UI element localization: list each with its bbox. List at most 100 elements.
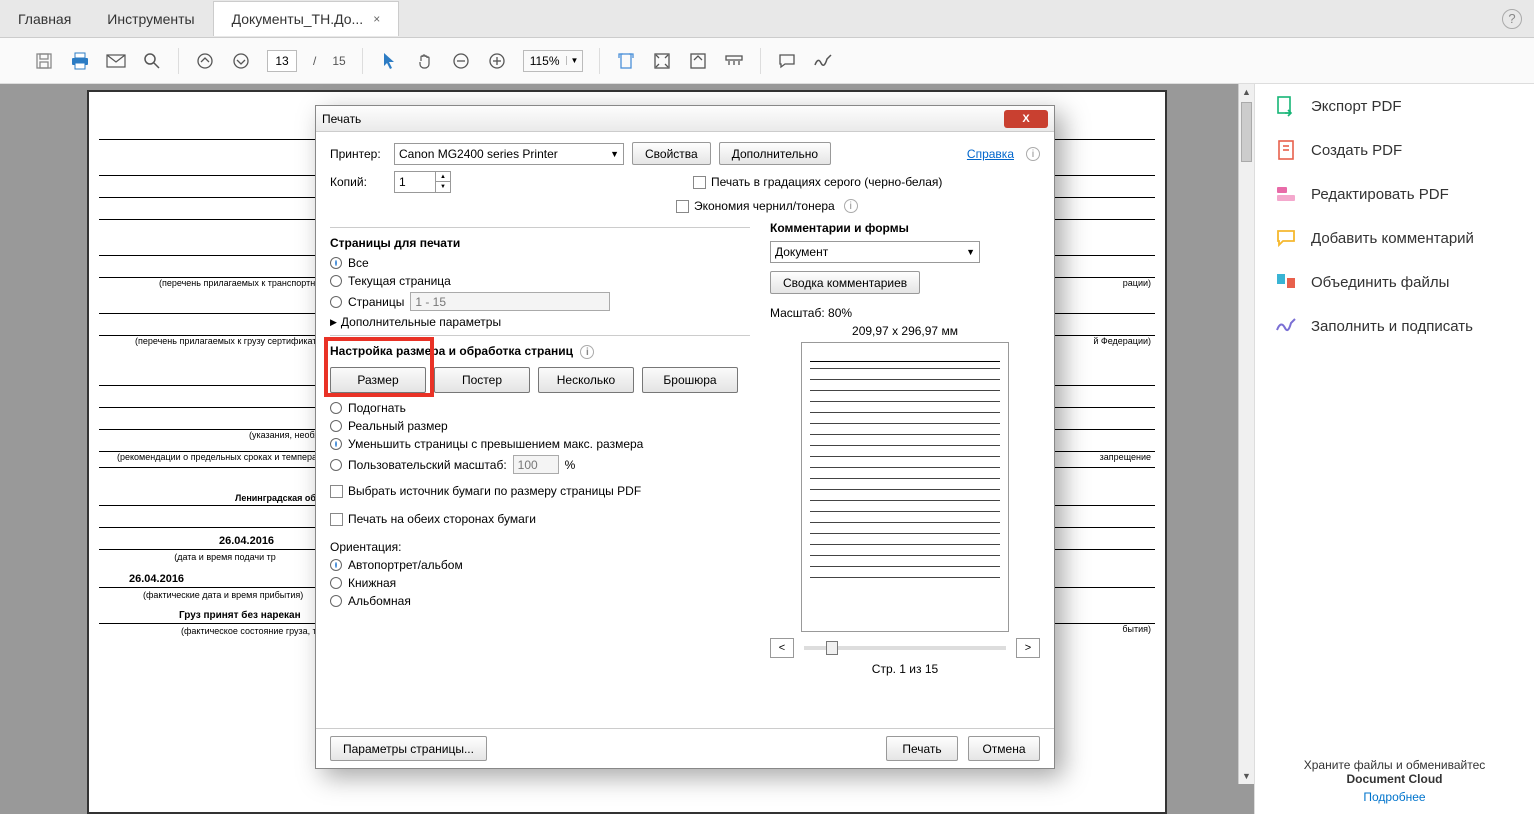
mail-icon[interactable] [106,51,126,71]
print-preview [801,342,1009,632]
help-link[interactable]: Справка [967,147,1014,161]
radio-actual[interactable]: Реальный размер [330,419,750,433]
properties-button[interactable]: Свойства [632,142,711,165]
footer-more-link[interactable]: Подробнее [1265,790,1524,804]
custom-scale-input[interactable] [513,455,559,474]
radio-custom-scale[interactable]: Пользовательский масштаб: % [330,455,750,474]
pages-input[interactable] [410,292,610,311]
tab-document[interactable]: Документы_ТН.До... × [213,1,400,36]
help-icon[interactable]: ? [1502,9,1522,29]
preview-next-button[interactable]: > [1016,638,1040,658]
seg-poster-button[interactable]: Постер [434,367,530,393]
radio-orient-auto[interactable]: Автопортрет/альбом [330,558,750,572]
radio-all[interactable]: Все [330,256,750,270]
grayscale-checkbox[interactable]: Печать в градациях серого (черно-белая) [693,175,942,189]
seg-booklet-button[interactable]: Брошюра [642,367,738,393]
page-up-icon[interactable] [195,51,215,71]
dialog-footer: Параметры страницы... Печать Отмена [316,728,1054,768]
tab-tools[interactable]: Инструменты [89,2,212,36]
help-icon[interactable]: i [1026,147,1040,161]
dialog-titlebar[interactable]: Печать X [316,106,1054,132]
print-icon[interactable] [70,51,90,71]
scroll-down-icon[interactable]: ▼ [1239,768,1254,784]
tool-create-pdf[interactable]: Создать PDF [1255,128,1534,172]
tab-main[interactable]: Главная [0,2,89,36]
scroll-thumb[interactable] [1241,102,1252,162]
footer-line2: Document Cloud [1265,772,1524,786]
print-button[interactable]: Печать [886,736,958,761]
tool-label: Объединить файлы [1311,274,1449,291]
tool-export-pdf[interactable]: Экспорт PDF [1255,84,1534,128]
duplex-checkbox[interactable]: Печать на обеих сторонах бумаги [330,512,750,526]
zoom-out-icon[interactable] [451,51,471,71]
seg-size-button[interactable]: Размер [330,367,426,393]
print-dialog: Печать X Принтер: Canon MG2400 series Pr… [315,105,1055,769]
top-tabs: Главная Инструменты Документы_ТН.До... ×… [0,0,1534,38]
scroll-up-icon[interactable]: ▲ [1239,84,1254,100]
page-input[interactable] [267,50,297,72]
copies-spinner[interactable]: ▲▼ [394,171,451,193]
printer-select[interactable]: Canon MG2400 series Printer▼ [394,143,624,165]
info-icon[interactable]: i [580,345,594,359]
footer-line1: Храните файлы и обменивайтес [1265,758,1524,772]
spin-up-icon[interactable]: ▲ [436,172,450,182]
tool-combine-files[interactable]: Объединить файлы [1255,260,1534,304]
chevron-down-icon: ▼ [610,149,619,159]
cancel-button[interactable]: Отмена [968,736,1040,761]
seg-multiple-button[interactable]: Несколько [538,367,634,393]
page-down-icon[interactable] [231,51,251,71]
fullscreen-icon[interactable] [688,51,708,71]
page-setup-button[interactable]: Параметры страницы... [330,736,487,761]
read-mode-icon[interactable] [724,51,744,71]
zoom-in-icon[interactable] [487,51,507,71]
zoom-value: 115% [524,54,566,68]
tool-label: Добавить комментарий [1311,230,1474,247]
info-icon[interactable]: i [844,199,858,213]
radio-orient-landscape[interactable]: Альбомная [330,594,750,608]
paper-source-checkbox[interactable]: Выбрать источник бумаги по размеру стран… [330,484,750,498]
eco-checkbox[interactable]: Экономия чернил/тонераi [676,199,858,213]
zoom-select[interactable]: 115%▼ [523,50,584,72]
tool-label: Заполнить и подписать [1311,318,1473,335]
sign-tool-icon [1275,315,1297,337]
page-sep: / [313,54,316,68]
tool-label: Создать PDF [1311,142,1402,159]
tool-label: Редактировать PDF [1311,186,1449,203]
tool-fill-sign[interactable]: Заполнить и подписать [1255,304,1534,348]
hand-icon[interactable] [415,51,435,71]
orientation-label: Ориентация: [330,540,750,554]
radio-orient-portrait[interactable]: Книжная [330,576,750,590]
doc-scrollbar[interactable]: ▲ ▼ [1238,84,1254,784]
slider-knob[interactable] [826,641,838,655]
sign-icon[interactable] [813,51,833,71]
preview-slider[interactable] [804,646,1006,650]
radio-shrink[interactable]: Уменьшить страницы с превышением макс. р… [330,437,750,451]
close-icon[interactable]: × [373,12,380,26]
radio-fit[interactable]: Подогнать [330,401,750,415]
fit-page-icon[interactable] [652,51,672,71]
triangle-right-icon: ▶ [330,317,337,328]
radio-pages[interactable]: Страницы [330,292,750,311]
copies-input[interactable] [395,172,435,192]
tab-doc-label: Документы_ТН.До... [232,11,364,27]
create-icon [1275,139,1297,161]
search-icon[interactable] [142,51,162,71]
summarize-comments-button[interactable]: Сводка комментариев [770,271,920,294]
size-group: Настройка размера и обработка страниц i … [330,335,750,608]
close-icon[interactable]: X [1004,110,1048,128]
tool-label: Экспорт PDF [1311,98,1402,115]
spin-down-icon[interactable]: ▼ [436,182,450,192]
tool-edit-pdf[interactable]: Редактировать PDF [1255,172,1534,216]
save-icon[interactable] [34,51,54,71]
size-title: Настройка размера и обработка страниц [330,344,573,358]
fit-width-icon[interactable] [616,51,636,71]
comment-icon[interactable] [777,51,797,71]
tool-add-comment[interactable]: Добавить комментарий [1255,216,1534,260]
preview-prev-button[interactable]: < [770,638,794,658]
pointer-icon[interactable] [379,51,399,71]
more-params-disclosure[interactable]: ▶Дополнительные параметры [330,315,750,329]
radio-current[interactable]: Текущая страница [330,274,750,288]
comments-select[interactable]: Документ▼ [770,241,980,263]
comments-group: Комментарии и формы Документ▼ Сводка ком… [770,221,1040,294]
advanced-button[interactable]: Дополнительно [719,142,831,165]
